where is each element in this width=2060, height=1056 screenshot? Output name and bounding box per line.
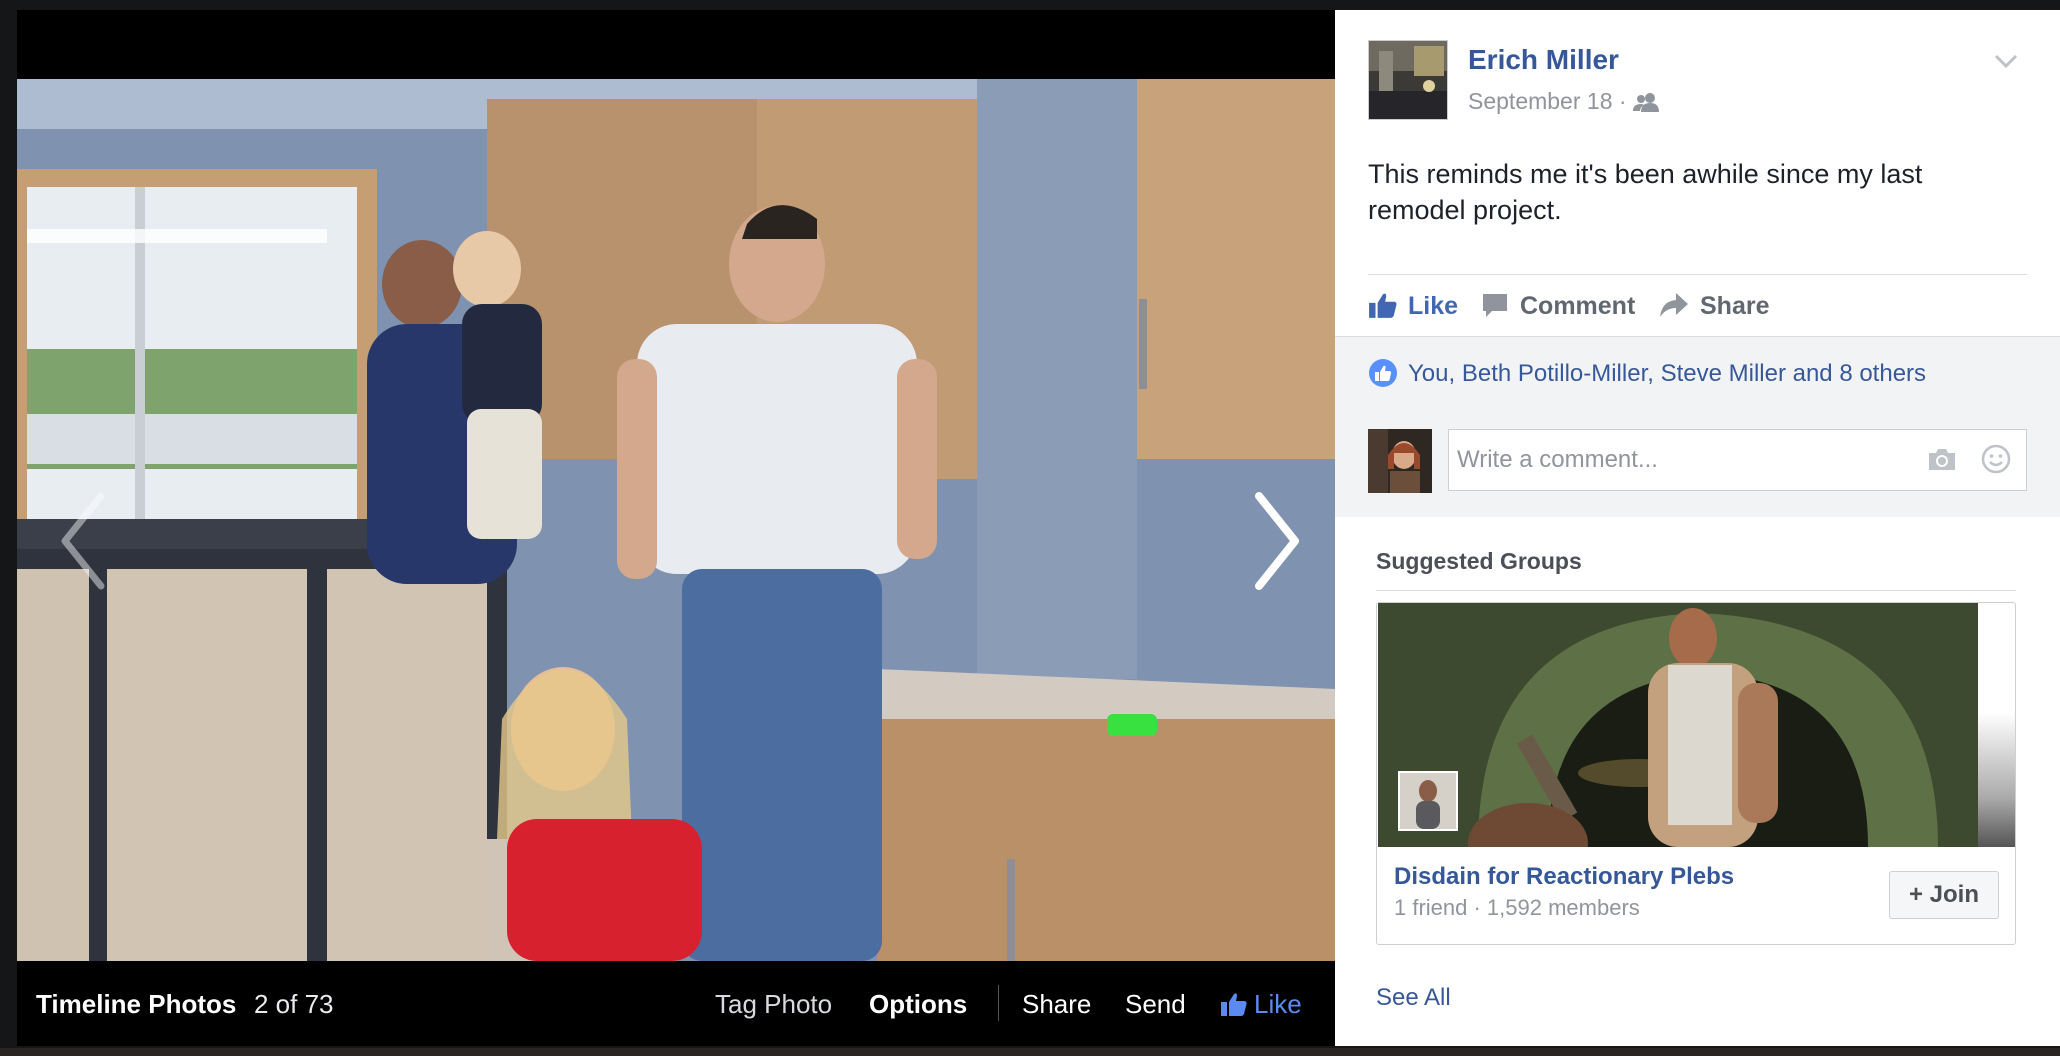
group-name[interactable]: Disdain for Reactionary Plebs <box>1394 863 1734 891</box>
comment-input[interactable] <box>1449 430 1927 490</box>
camera-icon[interactable] <box>1927 446 1957 472</box>
photo-like-label: Like <box>1254 989 1302 1019</box>
post-panel: Erich Miller September 18 · This reminds… <box>1335 10 2060 1046</box>
photo[interactable] <box>17 79 1335 961</box>
thumbs-up-icon <box>1221 993 1247 1016</box>
options-button[interactable]: Options <box>869 989 967 1019</box>
photo-like-button[interactable]: Like <box>1220 989 1302 1019</box>
share-button[interactable]: Share <box>1658 291 1769 321</box>
chevron-right-icon <box>1255 492 1299 590</box>
photo-action-bar: Timeline Photos 2 of 73 Tag Photo Option… <box>17 961 1335 1046</box>
album-title[interactable]: Timeline Photos <box>36 989 236 1019</box>
author-avatar[interactable] <box>1368 40 1448 120</box>
group-cover-photo[interactable] <box>1378 603 1978 847</box>
see-all-link[interactable]: See All <box>1376 984 1451 1012</box>
suggested-groups-title: Suggested Groups <box>1376 548 1582 574</box>
meta-separator: · <box>1618 88 1627 114</box>
next-photo-button[interactable] <box>1245 486 1305 596</box>
post-options-chevron[interactable] <box>1992 50 2020 72</box>
photo-counter: 2 of 73 <box>254 989 334 1019</box>
post-text: This reminds me it's been awhile since m… <box>1368 159 1923 225</box>
thumbs-up-icon <box>1369 293 1397 318</box>
post-date[interactable]: September 18 <box>1468 88 1612 114</box>
chevron-left-icon <box>61 492 105 590</box>
emoji-icon[interactable] <box>1981 444 2011 474</box>
photo-viewer: Timeline Photos 2 of 73 Tag Photo Option… <box>17 10 1335 1046</box>
comment-icon <box>1483 294 1507 317</box>
likes-summary[interactable]: You, Beth Potillo-Miller, Steve Miller a… <box>1368 358 1926 388</box>
backdrop-strip <box>0 1048 2060 1056</box>
reactions-area: You, Beth Potillo-Miller, Steve Miller a… <box>1335 336 2060 517</box>
kitchen-photo <box>17 79 1335 961</box>
likes-summary-text: You, Beth Potillo-Miller, Steve Miller a… <box>1408 360 1927 387</box>
group-cover-image <box>1378 603 1978 847</box>
like-badge-icon <box>1369 359 1397 387</box>
comment-box <box>1448 429 2027 491</box>
divider <box>1376 590 2016 591</box>
group-thumbnail-image <box>1400 773 1456 829</box>
share-arrow-icon <box>1660 293 1688 317</box>
comment-button[interactable]: Comment <box>1480 291 1635 321</box>
like-label: Like <box>1408 292 1459 320</box>
commenter-avatar-image <box>1368 429 1432 493</box>
tag-photo-button[interactable]: Tag Photo <box>715 989 832 1019</box>
author-avatar-image <box>1369 41 1447 119</box>
divider <box>1368 274 2027 275</box>
commenter-avatar[interactable] <box>1368 429 1432 493</box>
author-name[interactable]: Erich Miller <box>1468 44 1619 76</box>
photo-share-button[interactable]: Share <box>1022 989 1091 1019</box>
action-divider <box>998 985 999 1021</box>
group-stats: 1 friend · 1,592 members <box>1394 895 1640 920</box>
previous-photo-button[interactable] <box>55 486 115 596</box>
chevron-down-icon <box>1994 54 2018 69</box>
carousel-fade <box>1978 603 2015 847</box>
group-thumbnail <box>1398 771 1458 831</box>
friends-icon[interactable] <box>1632 92 1661 112</box>
group-card: Disdain for Reactionary Plebs 1 friend ·… <box>1376 602 2016 945</box>
share-label: Share <box>1700 292 1770 320</box>
like-button[interactable]: Like <box>1368 291 1458 321</box>
comment-label: Comment <box>1520 292 1636 320</box>
join-group-button[interactable]: + Join <box>1889 871 1999 919</box>
send-button[interactable]: Send <box>1125 989 1186 1019</box>
post-meta: September 18 · <box>1468 88 1661 115</box>
